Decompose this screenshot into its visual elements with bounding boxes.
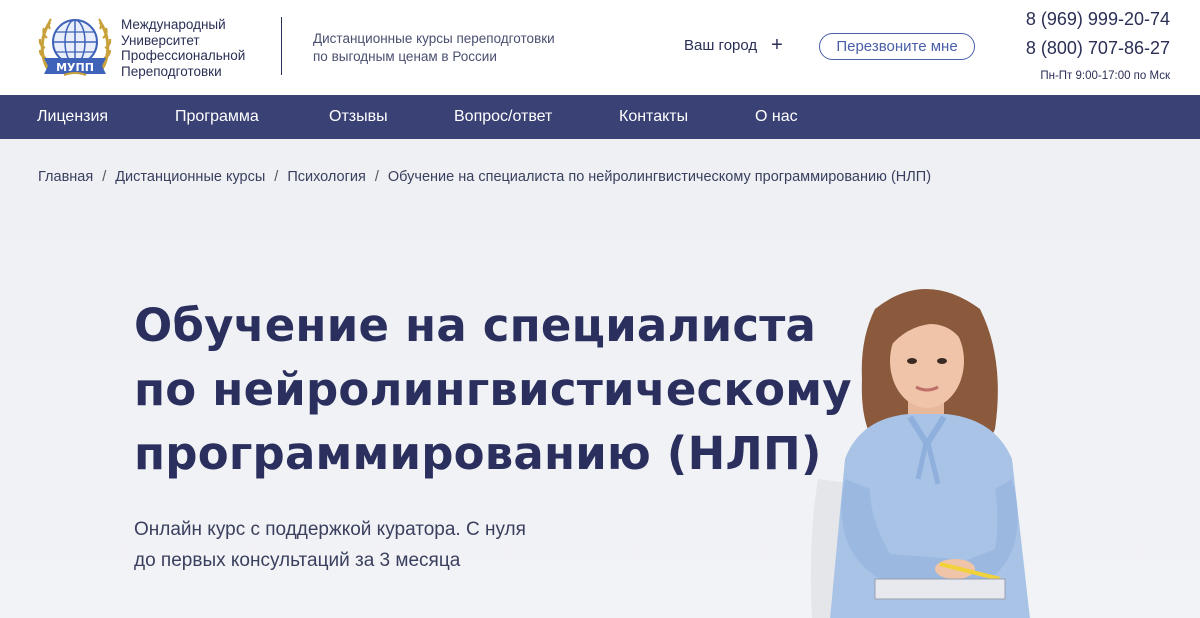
globe-emblem-icon: МУПП xyxy=(38,18,112,76)
university-name-line: Профессиональной xyxy=(121,48,246,63)
university-name-line: Университет xyxy=(121,32,200,48)
breadcrumb-item[interactable]: Дистанционные курсы xyxy=(115,169,265,185)
page-title: Обучение на специалиста по нейролингвист… xyxy=(134,294,852,486)
working-hours: Пн-Пт 9:00-17:00 по Мск xyxy=(1040,70,1170,82)
site-header: МУПП Международный Университет Профессио… xyxy=(0,0,1200,95)
breadcrumb-item[interactable]: Психология xyxy=(287,169,366,185)
title-line: программированию (НЛП) xyxy=(134,427,822,480)
phone-link[interactable]: 8 (800) 707-86-27 xyxy=(1026,38,1170,58)
subtitle-line: Онлайн курс с поддержкой куратора. С нул… xyxy=(134,519,526,540)
breadcrumb-separator: / xyxy=(274,169,279,185)
breadcrumb-separator: / xyxy=(102,169,107,185)
city-selector[interactable]: Ваш город + xyxy=(684,34,783,56)
subtitle-line: до первых консультаций за 3 месяца xyxy=(134,550,461,571)
contact-phones: 8 (969) 999-20-74 8 (800) 707-86-27 Пн-П… xyxy=(1026,9,1170,84)
nav-item-reviews[interactable]: Отзывы xyxy=(329,95,388,139)
hero-section: Главная / Дистанционные курсы / Психология / О… xyxy=(0,139,1200,618)
nav-item-faq[interactable]: Вопрос/ответ xyxy=(454,95,552,139)
city-label: Ваш город xyxy=(684,36,758,54)
university-name-line: Переподготовки xyxy=(121,63,222,79)
breadcrumb-separator: / xyxy=(374,169,379,185)
university-logo[interactable]: МУПП xyxy=(38,14,112,80)
plus-icon: + xyxy=(771,34,783,56)
main-nav: Лицензия Программа Отзывы Вопрос/ответ К… xyxy=(0,95,1200,139)
curator-photo xyxy=(810,289,1030,618)
nav-item-contacts[interactable]: Контакты xyxy=(619,95,688,139)
hero-subtitle: Онлайн курс с поддержкой куратора. С нул… xyxy=(134,514,526,576)
site-tagline: Дистанционные курсы переподготовки по вы… xyxy=(313,30,555,66)
title-line: по нейролингвистическому xyxy=(134,363,852,416)
callback-button[interactable]: Перезвоните мне xyxy=(819,33,975,60)
phone-link[interactable]: 8 (969) 999-20-74 xyxy=(1026,9,1170,29)
tagline-line: Дистанционные курсы переподготовки xyxy=(313,31,555,46)
nav-item-program[interactable]: Программа xyxy=(175,95,259,139)
nav-item-about[interactable]: О нас xyxy=(755,95,798,139)
breadcrumb: Главная / Дистанционные курсы / Психология / О… xyxy=(38,169,931,185)
title-line: Обучение на специалиста xyxy=(134,299,817,352)
nav-item-license[interactable]: Лицензия xyxy=(37,95,108,139)
university-name-line: Международный xyxy=(121,17,226,32)
breadcrumb-item[interactable]: Главная xyxy=(38,169,93,185)
tagline-line: по выгодным ценам в России xyxy=(313,49,497,64)
university-name[interactable]: Международный Университет Профессиональн… xyxy=(121,17,245,79)
header-divider xyxy=(281,17,282,75)
breadcrumb-current: Обучение на специалиста по нейролингвист… xyxy=(387,169,932,185)
